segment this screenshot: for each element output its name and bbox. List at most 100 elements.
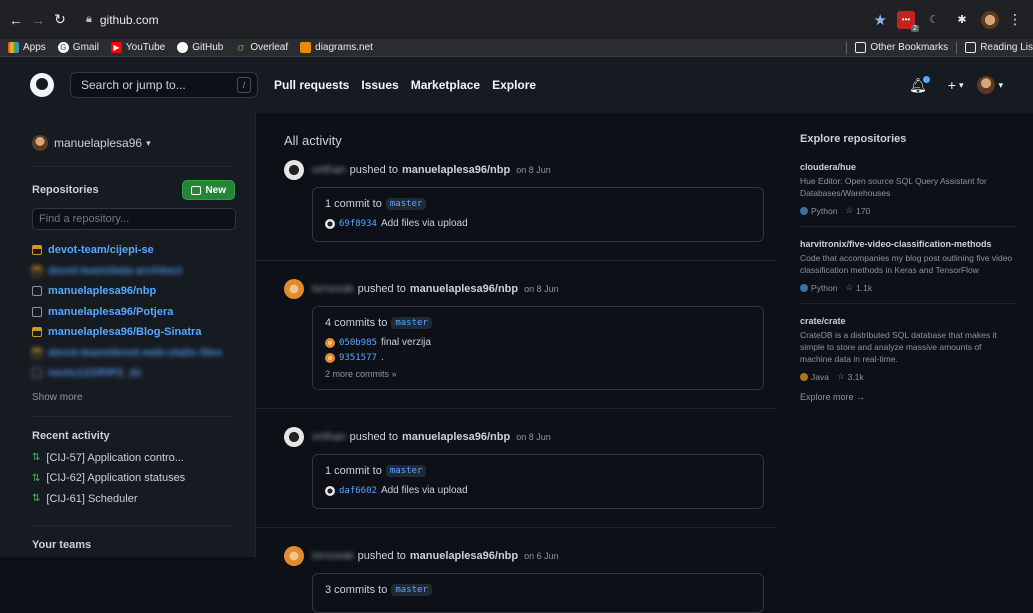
explore-repo-link[interactable]: crate/crate [800, 316, 1033, 326]
commit-sha-link[interactable]: 9351577 [339, 353, 377, 363]
repo-stars[interactable]: 1.1k [856, 283, 872, 293]
event-user[interactable]: lornovak [312, 283, 354, 295]
explore-repo-description: CrateDB is a distributed SQL database th… [800, 330, 997, 364]
extensions-puzzle-icon[interactable]: ✱ [953, 11, 971, 29]
bookmark-apps[interactable]: Apps [8, 42, 46, 53]
notifications-button[interactable]: 🔔︎ [909, 75, 934, 94]
show-more-link[interactable]: Show more [32, 392, 235, 403]
bookmark-star-icon[interactable]: ★ [874, 11, 887, 29]
plus-icon: + [947, 77, 956, 93]
repo-stars[interactable]: 3.1k [848, 372, 864, 382]
avatar [977, 76, 996, 94]
branch-label[interactable]: master [391, 317, 432, 329]
repo-item[interactable]: devot-team/data-architect [32, 261, 235, 282]
commit-summary[interactable]: 1 commit to [325, 465, 382, 477]
recent-activity-item[interactable]: ⇅ [CIJ-61] Scheduler [32, 489, 235, 510]
commit-message: Add files via upload [380, 218, 468, 229]
nav-pull-requests[interactable]: Pull requests [274, 78, 349, 92]
explore-more-link[interactable]: Explore more → [800, 392, 1033, 402]
nav-marketplace[interactable]: Marketplace [411, 78, 480, 92]
event-repo-link[interactable]: manuelaplesa96/nbp [410, 550, 518, 562]
github-logo-icon[interactable] [30, 73, 54, 97]
bookmark-reading-list[interactable]: Reading Lis [965, 42, 1033, 53]
event-date: on 8 Jun [516, 432, 551, 442]
branch-label[interactable]: master [391, 584, 432, 596]
header-nav: Pull requests Issues Marketplace Explore [274, 78, 548, 92]
bookmark-youtube[interactable]: ▶ YouTube [110, 42, 165, 53]
extension-badge-icon[interactable]: ••• 2 [897, 10, 919, 32]
repo-item[interactable]: manuelaplesa96/Potjera [32, 302, 235, 323]
profile-avatar-icon[interactable] [981, 10, 999, 29]
commit-summary[interactable]: 1 commit to [325, 198, 382, 210]
search-input[interactable]: Search or jump to... / [70, 72, 258, 98]
repo-item[interactable]: manuelaplesa96/nbp [32, 281, 235, 302]
branch-label[interactable]: master [385, 465, 427, 477]
explore-repo-link[interactable]: harvitronix/five-video-classification-me… [800, 239, 1033, 249]
event-action: pushed to [349, 164, 398, 176]
user-menu-button[interactable]: ▾ [977, 76, 1003, 94]
nav-explore[interactable]: Explore [492, 78, 536, 92]
branch-label[interactable]: master [385, 198, 427, 210]
bookmark-other[interactable]: Other Bookmarks [855, 42, 948, 53]
repo-language: Python [811, 205, 838, 216]
avatar[interactable] [284, 427, 304, 447]
avatar[interactable] [284, 160, 304, 180]
repo-item[interactable]: devot-team/devot-web-static-files [32, 343, 235, 364]
repo-item[interactable]: nesto123/RIP2_dz [32, 363, 235, 384]
repo-icon [32, 368, 42, 379]
browser-menu-icon[interactable]: ⋮ [1005, 10, 1025, 30]
divider [32, 415, 235, 417]
repo-item[interactable]: manuelaplesa96/Blog-Sinatra [32, 322, 235, 343]
event-user[interactable]: ortihan [312, 431, 346, 443]
commit-sha-link[interactable]: 050b985 [339, 338, 377, 348]
commit-sha-link[interactable]: 69f8934 [339, 219, 377, 229]
event-user[interactable]: lornovak [312, 550, 354, 562]
activity-feed: All activity ortihan pushed to manuelapl… [256, 113, 776, 613]
forward-icon[interactable]: → [28, 10, 48, 30]
bookmark-gmail[interactable]: G Gmail [57, 42, 99, 53]
avatar[interactable] [284, 546, 304, 566]
bookmark-overleaf[interactable]: σ Overleaf [235, 42, 289, 54]
event-date: on 8 Jun [524, 284, 559, 294]
more-commits-link[interactable]: 2 more commits » [325, 369, 751, 379]
your-teams-heading: Your teams [32, 539, 92, 551]
recent-activity-item[interactable]: ⇅ [CIJ-57] Application contro... [32, 448, 235, 469]
bookmark-separator [956, 41, 958, 54]
divider [32, 166, 235, 167]
create-new-button[interactable]: + ▾ [948, 77, 964, 93]
avatar[interactable] [284, 279, 304, 299]
address-bar[interactable]: 🔒︎ github.com [80, 6, 874, 33]
extension-moon-icon[interactable]: ☾ [925, 11, 943, 29]
lock-icon [32, 347, 42, 358]
chevron-down-icon: ▾ [998, 79, 1003, 90]
avatar [325, 337, 335, 348]
commit-sha-link[interactable]: daf6602 [339, 486, 377, 496]
back-icon[interactable]: ← [6, 10, 26, 30]
reading-list-icon [965, 42, 977, 53]
event-user[interactable]: ortihan [312, 164, 346, 176]
commit-summary[interactable]: 4 commits to [325, 317, 387, 329]
repo-item[interactable]: devot-team/cijepi-se [32, 240, 235, 261]
star-icon: ☆ [845, 282, 854, 292]
reload-icon[interactable]: ↻ [50, 10, 70, 30]
commit-card: 3 commits to master [312, 573, 764, 613]
event-repo-link[interactable]: manuelaplesa96/nbp [402, 431, 510, 443]
chevron-down-icon: ▾ [958, 79, 964, 90]
nav-issues[interactable]: Issues [361, 78, 398, 92]
commit-summary[interactable]: 3 commits to [325, 584, 387, 596]
avatar [32, 135, 48, 151]
bookmark-github[interactable]: GitHub [177, 42, 223, 53]
new-repository-button[interactable]: New [182, 180, 235, 200]
event-repo-link[interactable]: manuelaplesa96/nbp [402, 164, 510, 176]
bookmark-diagrams[interactable]: diagrams.net [300, 42, 373, 53]
youtube-icon: ▶ [110, 42, 122, 53]
repo-stars[interactable]: 170 [856, 206, 870, 216]
find-repository-input[interactable]: Find a repository... [32, 208, 236, 230]
explore-repo-link[interactable]: cloudera/hue [800, 162, 1033, 172]
event-repo-link[interactable]: manuelaplesa96/nbp [410, 283, 518, 295]
bookmark-label: Overleaf [250, 42, 289, 53]
recent-activity-item[interactable]: ⇅ [CIJ-62] Application statuses [32, 468, 235, 489]
context-switcher[interactable]: manuelaplesa96 ▾ [32, 133, 235, 153]
commit-card: 4 commits to master 050b985 final verzija … [312, 306, 764, 390]
google-icon: G [57, 42, 69, 53]
